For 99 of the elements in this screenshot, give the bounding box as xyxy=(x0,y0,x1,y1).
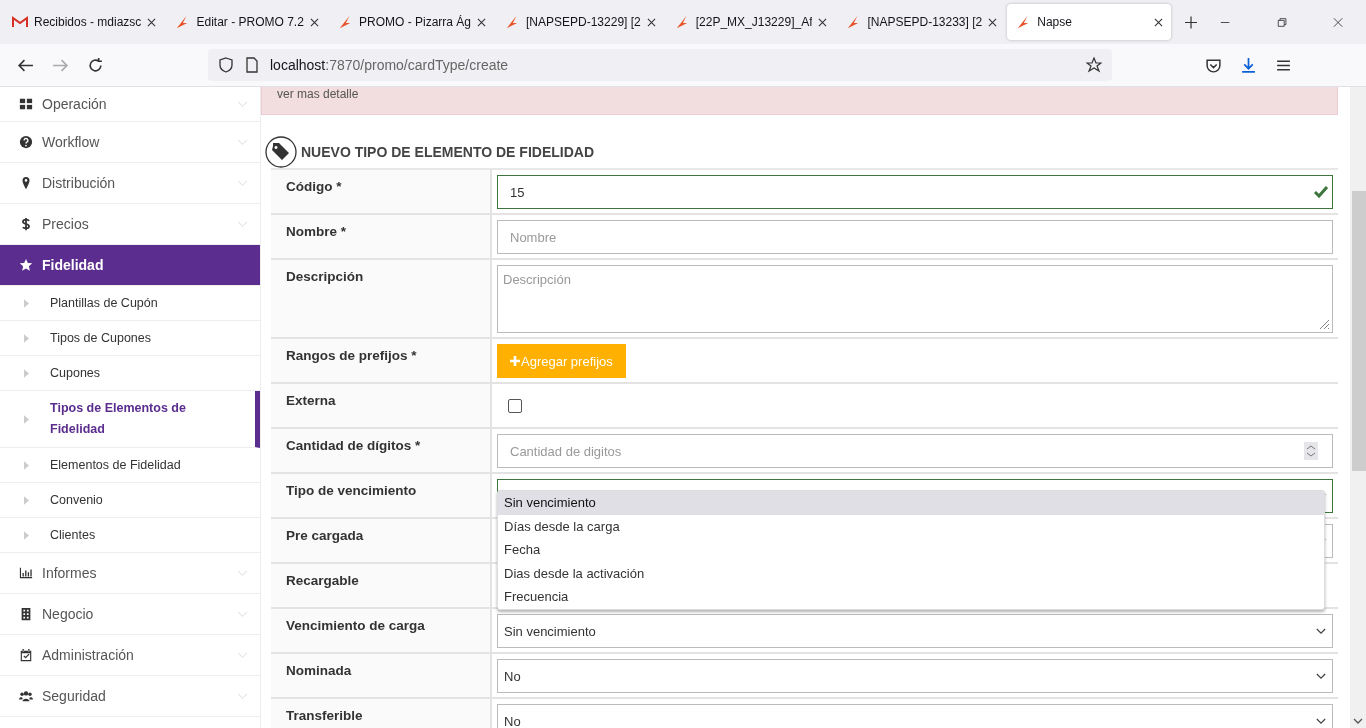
address-bar[interactable]: localhost:7870/promo/cardType/create xyxy=(208,49,1112,81)
chevron-icon xyxy=(1316,717,1326,725)
browser-tab[interactable]: Napse xyxy=(1007,4,1172,40)
chevron-icon xyxy=(237,651,248,659)
dropdown-option[interactable]: Días desde la carga xyxy=(498,514,1324,538)
reload-icon[interactable] xyxy=(87,56,104,74)
field-label: Descripción xyxy=(286,269,364,284)
dollar-icon xyxy=(19,217,33,231)
number-field[interactable]: Cantidad de digitos xyxy=(497,434,1333,468)
question-icon xyxy=(19,135,33,149)
calendar-icon xyxy=(19,648,33,662)
select-field[interactable]: No xyxy=(497,659,1333,693)
sidebar-item[interactable]: Informes xyxy=(0,553,260,594)
form-title: NUEVO TIPO DE ELEMENTO DE FIDELIDAD xyxy=(301,144,594,160)
chevron-icon xyxy=(1316,627,1326,635)
chevron-icon xyxy=(237,138,248,146)
submenu-item[interactable]: Tipos de Cupones xyxy=(0,321,260,356)
chevron-icon[interactable] xyxy=(1353,718,1363,724)
field-label: Transferible xyxy=(286,708,363,723)
mail-icon xyxy=(12,15,28,29)
check-icon xyxy=(1314,186,1328,198)
building-icon xyxy=(19,607,33,621)
chevron-icon xyxy=(237,610,248,618)
users-icon xyxy=(19,689,33,703)
chevron-icon xyxy=(237,692,248,700)
chevron-icon xyxy=(1316,672,1326,680)
chevron-icon xyxy=(237,569,248,577)
chevron-icon xyxy=(237,100,248,108)
field-label: Nombre * xyxy=(286,224,346,239)
restore-icon[interactable] xyxy=(1276,16,1287,28)
resize-grip-icon[interactable] xyxy=(1318,318,1330,330)
sidebar-item[interactable]: Workflow xyxy=(0,122,260,163)
dropdown-option[interactable]: Sin vencimiento xyxy=(498,491,1324,515)
browser-tab[interactable]: [NAPSEPD-13229] [2 xyxy=(496,4,664,40)
caret-icon xyxy=(24,495,29,505)
dropdown-option[interactable]: Fecha xyxy=(498,538,1324,562)
text-field[interactable]: Nombre xyxy=(497,220,1333,254)
plus-icon xyxy=(510,356,520,366)
sidebar-item[interactable]: Operación xyxy=(0,87,260,122)
caret-icon xyxy=(24,530,29,540)
caret-icon xyxy=(24,414,29,424)
browser-tab[interactable]: Editar - PROMO 7.2 xyxy=(166,4,327,40)
close-icon[interactable] xyxy=(147,17,157,27)
text-field[interactable]: 15 xyxy=(497,175,1333,209)
caret-icon xyxy=(24,460,29,470)
close-icon[interactable] xyxy=(477,17,486,27)
checkbox[interactable] xyxy=(508,399,522,413)
page-icon xyxy=(244,57,260,73)
spinner-icon[interactable] xyxy=(1304,442,1318,460)
chevron-icon xyxy=(237,220,248,228)
field-label: Vencimiento de carga xyxy=(286,618,425,633)
pocket-icon[interactable] xyxy=(1205,56,1222,74)
submenu-item[interactable]: Plantillas de Cupón xyxy=(0,286,260,321)
dropdown-option[interactable]: Frecuencia xyxy=(498,585,1324,609)
scrollbar[interactable] xyxy=(1350,87,1366,728)
submenu-item[interactable]: Elementos de Fidelidad xyxy=(0,448,260,483)
caret-icon xyxy=(24,333,29,343)
close-icon[interactable] xyxy=(988,17,998,27)
submenu-item[interactable]: Cupones xyxy=(0,356,260,391)
select-field[interactable]: Sin vencimiento xyxy=(497,614,1333,648)
field-label: Recargable xyxy=(286,573,359,588)
close-icon[interactable] xyxy=(646,17,656,27)
close-icon[interactable] xyxy=(1154,17,1164,27)
close-icon[interactable] xyxy=(818,17,828,27)
sidebar-item[interactable]: Fidelidad xyxy=(0,245,260,286)
grid-icon xyxy=(19,97,33,111)
alert-text[interactable]: ver mas detalle xyxy=(277,87,359,101)
caret-icon xyxy=(24,298,29,308)
browser-tab[interactable]: PROMO - Pizarra Ág xyxy=(328,4,494,40)
field-label: Pre cargada xyxy=(286,528,364,543)
sidebar-item[interactable]: Distribución xyxy=(0,163,260,204)
browser-tab[interactable]: [NAPSEPD-13233] [2 xyxy=(837,4,1006,40)
browser-tab[interactable]: [22P_MX_J13229]_Af xyxy=(665,4,836,40)
sidebar-item[interactable]: Negocio xyxy=(0,594,260,635)
chevron-icon xyxy=(237,179,248,187)
chart-icon xyxy=(19,566,33,580)
submenu-item[interactable]: Tipos de Elementos de Fidelidad xyxy=(0,391,260,448)
sidebar-item[interactable]: Administración xyxy=(0,635,260,676)
field-label: Código * xyxy=(286,179,342,194)
field-label: Tipo de vencimiento xyxy=(286,483,417,498)
field-label: Cantidad de dígitos * xyxy=(286,438,421,453)
field-label: Nominada xyxy=(286,663,352,678)
field-label: Externa xyxy=(286,393,336,408)
dropdown-option[interactable]: Dias desde la activación xyxy=(498,561,1324,585)
submenu-item[interactable]: Clientes xyxy=(0,518,260,553)
new-tab-icon[interactable] xyxy=(1185,15,1198,29)
shield-icon xyxy=(218,57,234,73)
text-area[interactable]: Descripción xyxy=(497,265,1333,333)
sidebar-item[interactable]: Seguridad xyxy=(0,676,260,717)
tag-icon xyxy=(265,136,297,168)
close-icon[interactable] xyxy=(309,17,319,27)
star-icon xyxy=(19,258,33,272)
select-field[interactable]: No xyxy=(497,704,1333,728)
submenu-item[interactable]: Convenio xyxy=(0,483,260,518)
caret-icon xyxy=(24,368,29,378)
field-label: Rangos de prefijos * xyxy=(286,348,417,363)
browser-tab[interactable]: Recibidos - mdiazsc xyxy=(4,4,165,40)
download-icon[interactable] xyxy=(1240,56,1257,74)
star-icon[interactable] xyxy=(1086,57,1102,73)
